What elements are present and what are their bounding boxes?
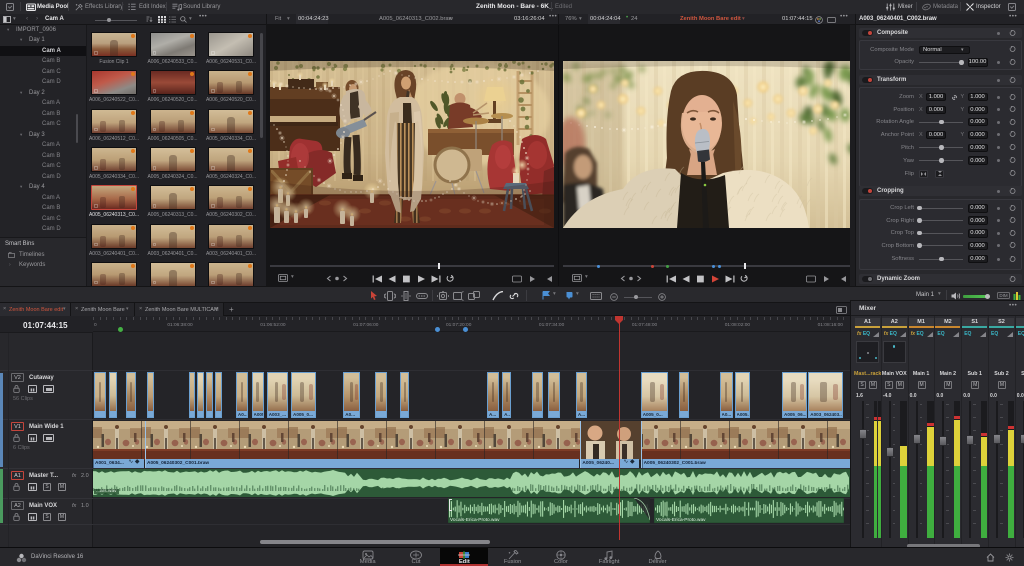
svg-text:Vocals-Erica-Proto.wav: Vocals-Erica-Proto.wav <box>656 517 706 523</box>
svg-text:Vocals-Erica-Proto.wav: Vocals-Erica-Proto.wav <box>450 517 500 523</box>
